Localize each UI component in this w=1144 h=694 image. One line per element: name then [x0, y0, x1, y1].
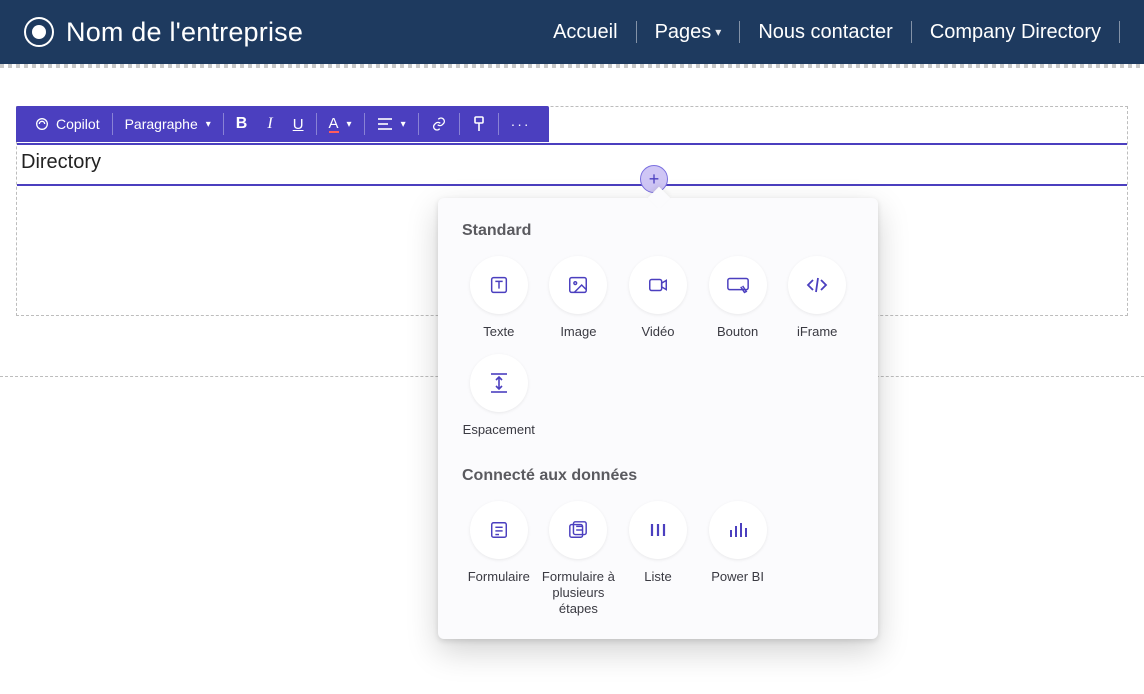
form-icon — [470, 501, 528, 559]
divider — [316, 113, 317, 135]
nav-home[interactable]: Accueil — [535, 21, 635, 44]
navbar: Nom de l'entreprise Accueil Pages ▾ Nous… — [0, 0, 1144, 64]
format-painter-icon — [472, 116, 486, 132]
copilot-button[interactable]: Copilot — [24, 106, 110, 142]
comp-multistep-form[interactable]: Formulaire à plusieurs étapes — [542, 501, 616, 618]
data-grid: Formulaire Formulaire à plusieurs étapes… — [462, 501, 854, 618]
divider — [223, 113, 224, 135]
list-icon — [629, 501, 687, 559]
nav-pages[interactable]: Pages ▾ — [637, 21, 740, 44]
paint-button[interactable] — [462, 106, 496, 142]
comp-video[interactable]: Vidéo — [621, 256, 695, 340]
component-picker: Standard Texte Image Vidéo Bouton — [438, 198, 878, 639]
comp-spacing[interactable]: Espacement — [462, 354, 536, 438]
add-component-button[interactable]: + — [640, 165, 668, 193]
content-editable[interactable]: Directory — [17, 143, 1127, 186]
divider — [459, 113, 460, 135]
comp-text[interactable]: Texte — [462, 256, 536, 340]
divider — [498, 113, 499, 135]
comp-iframe-label: iFrame — [797, 324, 837, 340]
underline-icon: U — [293, 116, 304, 133]
divider — [1119, 21, 1120, 43]
nav-contact-label: Nous contacter — [758, 21, 893, 44]
more-button[interactable]: ··· — [501, 106, 541, 142]
comp-iframe[interactable]: iFrame — [780, 256, 854, 340]
section-title-data: Connecté aux données — [462, 467, 854, 485]
nav-home-label: Accueil — [553, 21, 617, 44]
more-icon: ··· — [511, 116, 531, 132]
color-button[interactable]: A ▾ — [319, 106, 362, 142]
comp-button[interactable]: Bouton — [701, 256, 775, 340]
nav-links: Accueil Pages ▾ Nous contacter Company D… — [535, 21, 1120, 44]
paragraph-dropdown[interactable]: Paragraphe ▾ — [115, 106, 221, 142]
bold-icon: B — [236, 115, 248, 133]
comp-button-label: Bouton — [717, 324, 758, 340]
standard-grid: Texte Image Vidéo Bouton iFrame — [462, 256, 854, 439]
comp-multistep-form-label: Formulaire à plusieurs étapes — [542, 569, 616, 618]
iframe-icon — [788, 256, 846, 314]
comp-text-label: Texte — [483, 324, 514, 340]
comp-powerbi[interactable]: Power BI — [701, 501, 775, 618]
top-divider — [0, 64, 1144, 68]
comp-list[interactable]: Liste — [621, 501, 695, 618]
content-heading: Directory — [21, 151, 101, 173]
nav-contact[interactable]: Nous contacter — [740, 21, 911, 44]
underline-button[interactable]: U — [283, 106, 314, 142]
align-icon — [377, 117, 393, 131]
copilot-label: Copilot — [56, 116, 100, 132]
comp-image-label: Image — [560, 324, 596, 340]
divider — [112, 113, 113, 135]
nav-pages-label: Pages — [655, 21, 712, 44]
powerbi-icon — [709, 501, 767, 559]
logo-icon — [24, 17, 54, 47]
italic-icon: I — [267, 115, 272, 133]
link-icon — [431, 116, 447, 132]
chevron-down-icon: ▾ — [206, 119, 211, 130]
comp-video-label: Vidéo — [641, 324, 674, 340]
comp-spacing-label: Espacement — [463, 422, 535, 438]
nav-directory-label: Company Directory — [930, 21, 1101, 44]
chevron-down-icon: ▾ — [347, 119, 352, 130]
image-icon — [549, 256, 607, 314]
text-icon — [470, 256, 528, 314]
link-button[interactable] — [421, 106, 457, 142]
spacing-icon — [470, 354, 528, 412]
chevron-down-icon: ▾ — [401, 119, 406, 130]
bold-button[interactable]: B — [226, 106, 258, 142]
font-color-icon: A — [329, 116, 339, 133]
video-icon — [629, 256, 687, 314]
copilot-icon — [34, 116, 50, 132]
brand[interactable]: Nom de l'entreprise — [24, 17, 303, 48]
nav-directory[interactable]: Company Directory — [912, 21, 1119, 44]
section-title-standard: Standard — [462, 222, 854, 240]
format-toolbar: Copilot Paragraphe ▾ B I U A ▾ ▾ — [16, 106, 549, 142]
company-name: Nom de l'entreprise — [66, 17, 303, 48]
divider — [364, 113, 365, 135]
comp-list-label: Liste — [644, 569, 671, 585]
italic-button[interactable]: I — [257, 106, 282, 142]
comp-image[interactable]: Image — [542, 256, 616, 340]
comp-powerbi-label: Power BI — [711, 569, 764, 585]
align-button[interactable]: ▾ — [367, 106, 416, 142]
chevron-down-icon: ▾ — [715, 25, 721, 39]
paragraph-label: Paragraphe — [125, 116, 198, 132]
comp-form-label: Formulaire — [468, 569, 530, 585]
comp-form[interactable]: Formulaire — [462, 501, 536, 618]
multistep-form-icon — [549, 501, 607, 559]
divider — [418, 113, 419, 135]
button-icon — [709, 256, 767, 314]
